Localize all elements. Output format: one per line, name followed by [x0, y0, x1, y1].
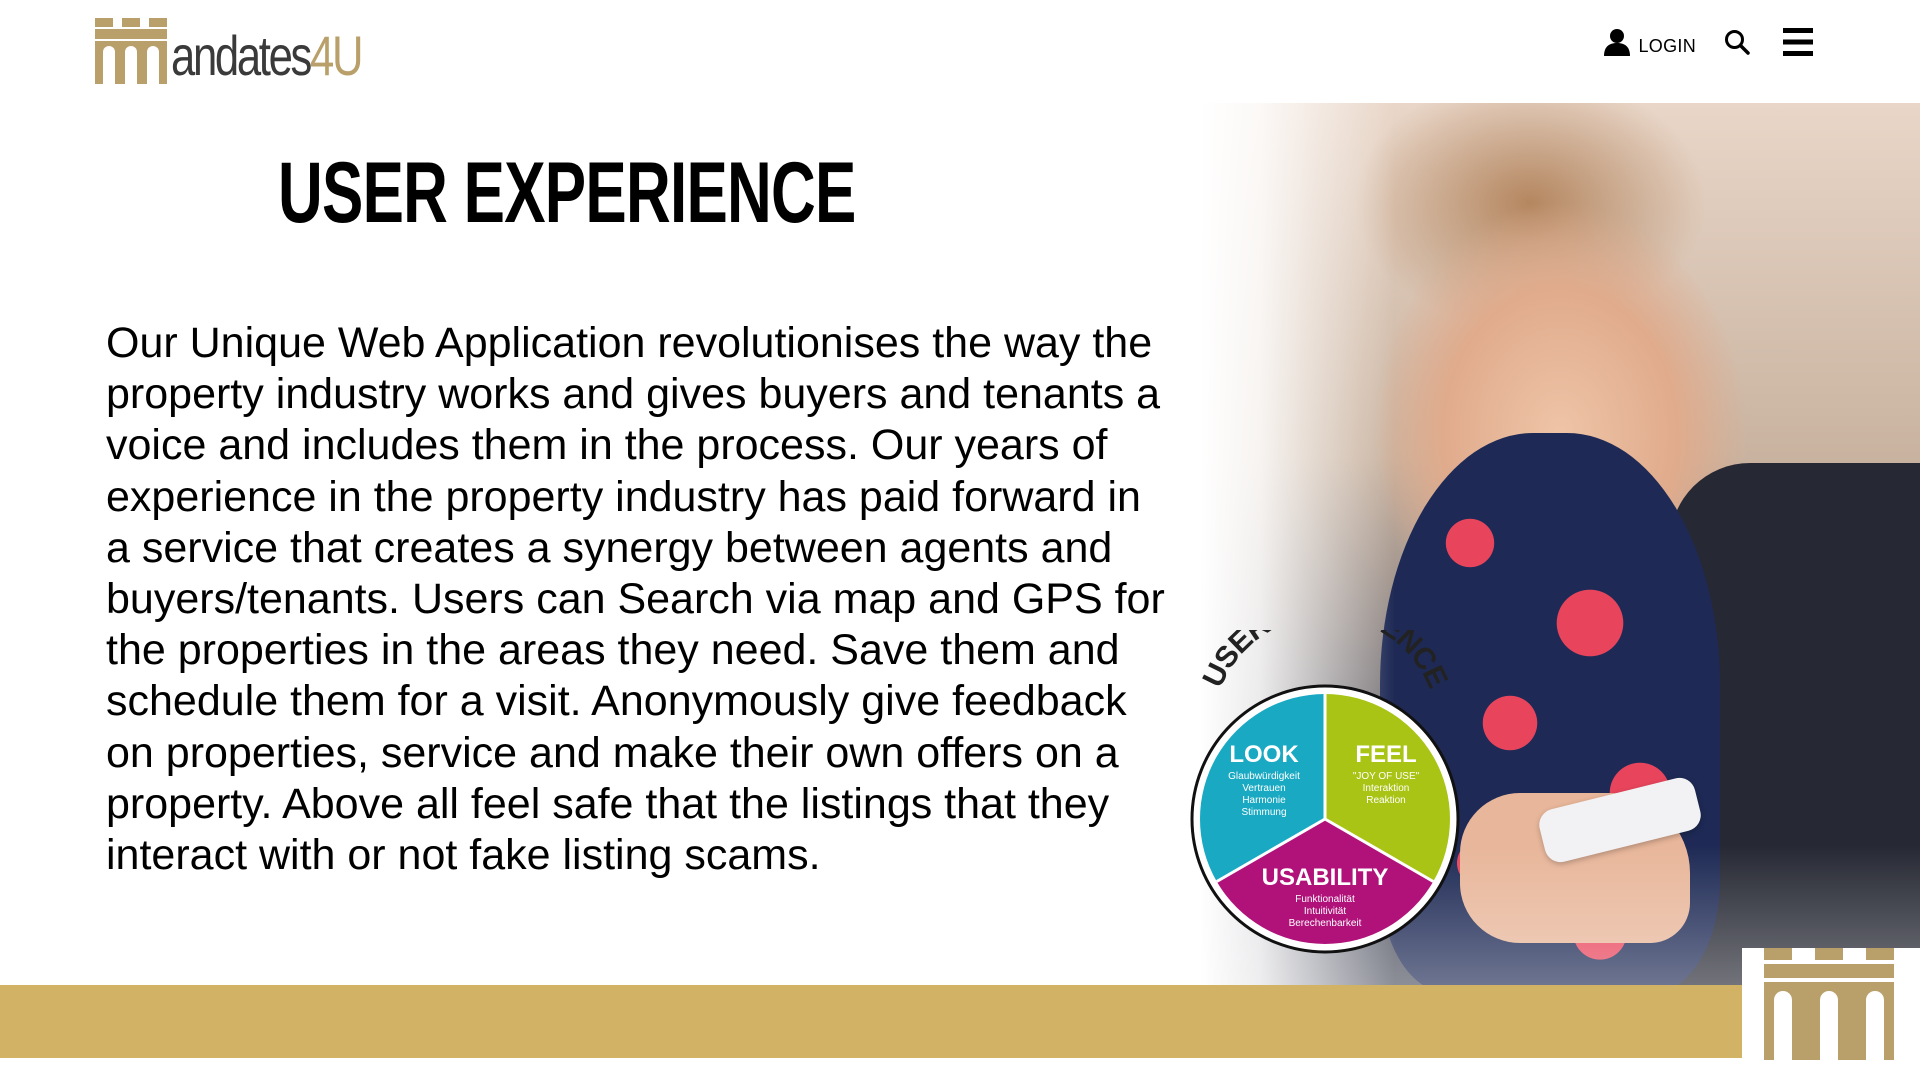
diagram-usability-line: Intuitivität: [1304, 906, 1346, 917]
footer-gold-band: [0, 985, 1742, 1058]
diagram-usability-line: Funktionalität: [1295, 894, 1355, 905]
castle-icon: [95, 18, 167, 84]
diagram-look-line: Harmonie: [1242, 795, 1286, 806]
svg-text:USER EXPERIENCE: USER EXPERIENCE: [1197, 630, 1454, 692]
site-logo[interactable]: andates4U: [95, 18, 415, 84]
diagram-usability-title: USABILITY: [1262, 864, 1389, 891]
diagram-look-line: Glaubwürdigkeit: [1228, 771, 1300, 782]
diagram-arc-title: USER EXPERIENCE: [1197, 630, 1455, 692]
castle-icon: [1764, 948, 1894, 1060]
logo-wordmark: andates4U: [171, 28, 364, 84]
hamburger-menu-icon[interactable]: [1782, 26, 1814, 58]
user-experience-diagram: USER EXPERIENCE LOOK Glaubwürdigkeit Ver…: [1190, 630, 1460, 954]
search-icon[interactable]: [1724, 29, 1750, 55]
intro-paragraph: Our Unique Web Application revolutionise…: [106, 319, 1165, 880]
diagram-feel-line: "JOY OF USE": [1353, 771, 1420, 782]
header-nav: LOGIN: [1604, 26, 1814, 58]
diagram-feel-title: FEEL: [1355, 741, 1416, 768]
login-label: LOGIN: [1638, 35, 1696, 56]
diagram-feel-line: Interaktion: [1363, 783, 1410, 794]
footer-logo: [1742, 948, 1920, 1080]
diagram-look-line: Vertrauen: [1242, 783, 1285, 794]
diagram-look-title: LOOK: [1229, 741, 1299, 768]
diagram-feel-line: Reaktion: [1366, 795, 1405, 806]
diagram-usability-line: Berechenbarkeit: [1289, 918, 1362, 929]
user-icon: [1604, 29, 1631, 56]
logo-wordmark-main: andates: [171, 24, 312, 87]
site-header: andates4U LOGIN: [0, 0, 1920, 103]
login-button[interactable]: LOGIN: [1604, 28, 1696, 57]
logo-wordmark-accent: 4U: [310, 24, 363, 87]
page-title: USER EXPERIENCE: [278, 145, 856, 241]
diagram-look-line: Stimmung: [1241, 807, 1286, 818]
